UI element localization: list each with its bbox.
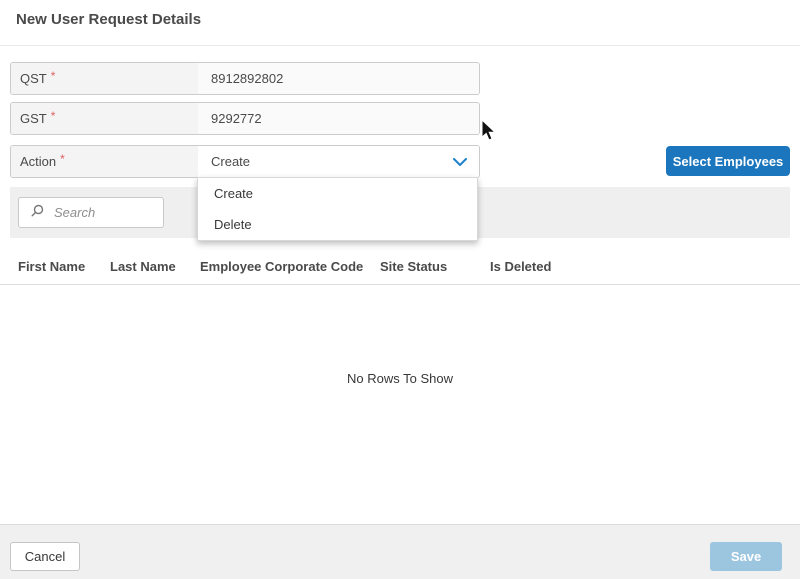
column-header-employee-corporate-code[interactable]: Employee Corporate Code (200, 259, 363, 274)
save-button[interactable]: Save (710, 542, 782, 571)
title-divider (0, 45, 800, 46)
cancel-button[interactable]: Cancel (10, 542, 80, 571)
qst-label-text: QST (20, 71, 47, 86)
page-title: New User Request Details (16, 11, 201, 28)
gst-label-text: GST (20, 111, 47, 126)
column-header-first-name[interactable]: First Name (18, 259, 85, 274)
qst-input[interactable] (198, 63, 479, 94)
mouse-cursor-icon (481, 119, 497, 148)
gst-label: GST * (11, 103, 198, 134)
required-asterisk: * (51, 69, 56, 83)
column-header-is-deleted[interactable]: Is Deleted (490, 259, 551, 274)
search-icon (31, 204, 44, 222)
dropdown-option-delete[interactable]: Delete (198, 209, 477, 240)
action-field-row: Action * Create (10, 145, 480, 178)
dropdown-option-create[interactable]: Create (198, 178, 477, 209)
chevron-down-icon (453, 154, 467, 169)
action-select[interactable]: Create (198, 146, 479, 177)
qst-field-row: QST * (10, 62, 480, 95)
select-employees-button[interactable]: Select Employees (666, 146, 790, 176)
column-header-last-name[interactable]: Last Name (110, 259, 176, 274)
table-header-row: First Name Last Name Employee Corporate … (0, 250, 800, 285)
gst-input[interactable] (198, 103, 479, 134)
search-box[interactable] (18, 197, 164, 228)
action-selected-value: Create (211, 154, 250, 169)
table-empty-message: No Rows To Show (0, 371, 800, 386)
action-label-text: Action (20, 154, 56, 169)
action-dropdown-panel: Create Delete (197, 177, 478, 241)
footer-bar: Cancel Save (0, 524, 800, 579)
action-label: Action * (11, 146, 198, 177)
required-asterisk: * (51, 109, 56, 123)
column-header-site-status[interactable]: Site Status (380, 259, 447, 274)
gst-field-row: GST * (10, 102, 480, 135)
qst-label: QST * (11, 63, 198, 94)
search-input[interactable] (52, 204, 155, 221)
required-asterisk: * (60, 152, 65, 166)
